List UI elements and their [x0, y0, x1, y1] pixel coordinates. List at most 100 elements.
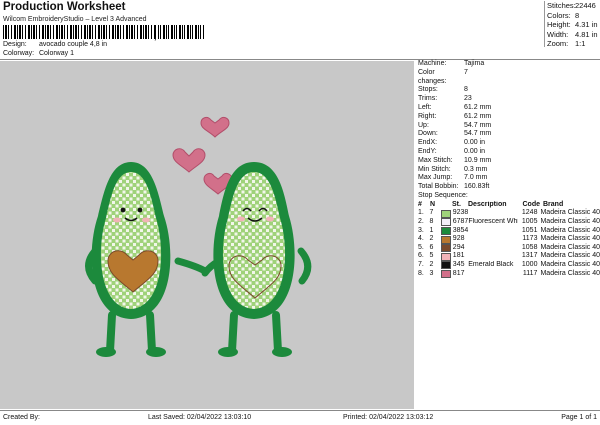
property-value: 0.3 mm	[464, 165, 488, 173]
design-label: Design:	[3, 41, 27, 48]
stat-height: Height: 4.31 in	[547, 20, 598, 30]
property-row: Min Stitch: 0.3 mm	[418, 166, 600, 175]
property-row: Total Bobbin: 160.83ft	[418, 183, 600, 192]
property-label: EndX:	[418, 139, 438, 147]
stat-colors: Colors: 8	[547, 10, 580, 20]
property-value: 7.0 mm	[464, 174, 488, 182]
heart-middle	[172, 148, 206, 173]
sequence-brand: Madeira Classic 40	[540, 209, 600, 217]
property-row: Left: 61.2 mm	[418, 104, 600, 113]
sequence-stitches: 345	[452, 261, 465, 269]
sequence-stop: 3	[429, 269, 434, 277]
printed-date: Printed: 02/04/2022 13:03:12	[343, 414, 434, 421]
sequence-stitches: 181	[452, 252, 465, 260]
stop-sequence-title: Stop Sequence:	[418, 191, 468, 199]
col-number: #	[418, 200, 422, 208]
property-row: Color changes: 7	[418, 69, 600, 87]
sequence-row: 8. 3 817 1117 Madeira Classic 40	[418, 270, 600, 279]
property-row: Up: 54.7 mm	[418, 122, 600, 131]
sequence-row: 4. 2 928 1173 Madeira Classic 40	[418, 235, 600, 244]
property-row: Max Jump: 7.0 mm	[418, 174, 600, 183]
color-swatch	[441, 227, 451, 236]
sequence-number: 1.	[418, 209, 424, 217]
last-saved: Last Saved: 02/04/2022 13:03:10	[148, 414, 252, 421]
design-row: Design: avocado couple 4,8 in	[3, 41, 107, 48]
property-value: 160.83ft	[464, 183, 490, 191]
property-label: Stops:	[418, 86, 438, 94]
property-label: Down:	[418, 130, 438, 138]
sequence-brand: Madeira Classic 40	[540, 226, 600, 234]
property-label: Right:	[418, 112, 437, 120]
property-value: 61.2 mm	[464, 112, 492, 120]
property-row: Max Stitch: 10.9 mm	[418, 157, 600, 166]
color-swatch	[441, 252, 451, 261]
colorway-label: Colorway:	[3, 50, 35, 57]
col-code: Code	[522, 200, 541, 208]
sequence-stop: 8	[429, 218, 434, 226]
color-swatch	[441, 209, 451, 218]
sequence-row: 3. 1 3854 1051 Madeira Classic 40	[418, 227, 600, 236]
property-value: 8	[464, 86, 468, 94]
property-value: 0.00 in	[464, 147, 486, 155]
stat-stitches: Stitches: 22446	[547, 1, 596, 10]
sequence-code: 1317	[521, 252, 538, 260]
property-label: Up:	[418, 121, 429, 129]
page-title: Production Worksheet	[3, 1, 126, 13]
property-label: Left:	[418, 103, 432, 111]
barcode-secondary	[158, 25, 204, 39]
color-swatch	[441, 270, 451, 278]
sequence-number: 6.	[418, 252, 424, 260]
sequence-stitches: 294	[452, 243, 465, 251]
stat-width: Width: 4.81 in	[547, 29, 598, 39]
property-row: EndX: 0.00 in	[418, 139, 600, 148]
property-value: 0.00 in	[464, 139, 486, 147]
sequence-code: 1058	[521, 243, 538, 251]
sequence-code: 1173	[522, 235, 538, 243]
sequence-stop: 7	[429, 209, 434, 217]
sequence-stop: 5	[429, 252, 434, 260]
property-value: 7	[464, 68, 468, 76]
col-stitches: St.	[452, 200, 461, 208]
property-label: Machine:	[418, 60, 447, 67]
sequence-row: 6. 5 181 1317 Madeira Classic 40	[418, 252, 600, 262]
property-row: Down: 54.7 mm	[418, 130, 600, 139]
sequence-number: 2.	[418, 218, 424, 226]
sequence-stitches: 817	[452, 269, 465, 277]
color-swatch	[441, 261, 451, 270]
sequence-row: 5. 6 294 1058 Madeira Classic 40	[418, 244, 600, 253]
property-row: Stops: 8	[418, 86, 600, 95]
property-label: Min Stitch:	[418, 165, 451, 173]
sequence-stop: 2	[429, 261, 434, 269]
stats-box: Stitches: 22446 Colors: 8 Height: 4.31 in W…	[544, 1, 600, 48]
design-preview	[0, 61, 414, 409]
heart-top	[200, 116, 230, 138]
sequence-description: Emerald Black	[468, 261, 514, 269]
sequence-number: 7.	[418, 261, 424, 269]
sequence-stop: 1	[429, 226, 434, 234]
sequence-stitches: 3854	[452, 226, 469, 234]
page-number: Page 1 of 1	[561, 414, 597, 421]
property-row: Machine: Tajima	[418, 60, 600, 69]
created-by: Created By:	[3, 414, 40, 421]
sequence-code: 1000	[521, 261, 538, 269]
software-subtitle: Wilcom EmbroideryStudio – Level 3 Advanc…	[3, 16, 147, 23]
sequence-brand: Madeira Classic 40	[540, 269, 600, 277]
sequence-code: 1117	[522, 269, 538, 277]
property-label: Trims:	[418, 95, 438, 103]
col-description: Description	[468, 200, 507, 208]
sequence-brand: Madeira Classic 40	[540, 243, 600, 251]
col-brand: Brand	[543, 200, 564, 208]
sequence-description: Fluorescent White	[468, 218, 518, 226]
sequence-header: # N St. Description Code Brand	[418, 201, 600, 210]
sequence-row: 1. 7 9238 1248 Madeira Classic 40	[418, 209, 600, 219]
sequence-brand: Madeira Classic 40	[540, 218, 600, 226]
property-label: Max Stitch:	[418, 156, 453, 164]
barcode-separator: ,	[154, 31, 157, 41]
sequence-number: 4.	[418, 235, 424, 243]
properties-panel: Machine: Tajima Color changes: 7 Stops: 8 Trim…	[418, 60, 600, 278]
property-value: 54.7 mm	[464, 121, 492, 129]
sequence-stitches: 928	[452, 235, 465, 243]
sequence-code: 1248	[521, 209, 538, 217]
footer: Created By: Last Saved: 02/04/2022 13:03…	[0, 410, 600, 425]
color-swatch	[441, 244, 451, 253]
